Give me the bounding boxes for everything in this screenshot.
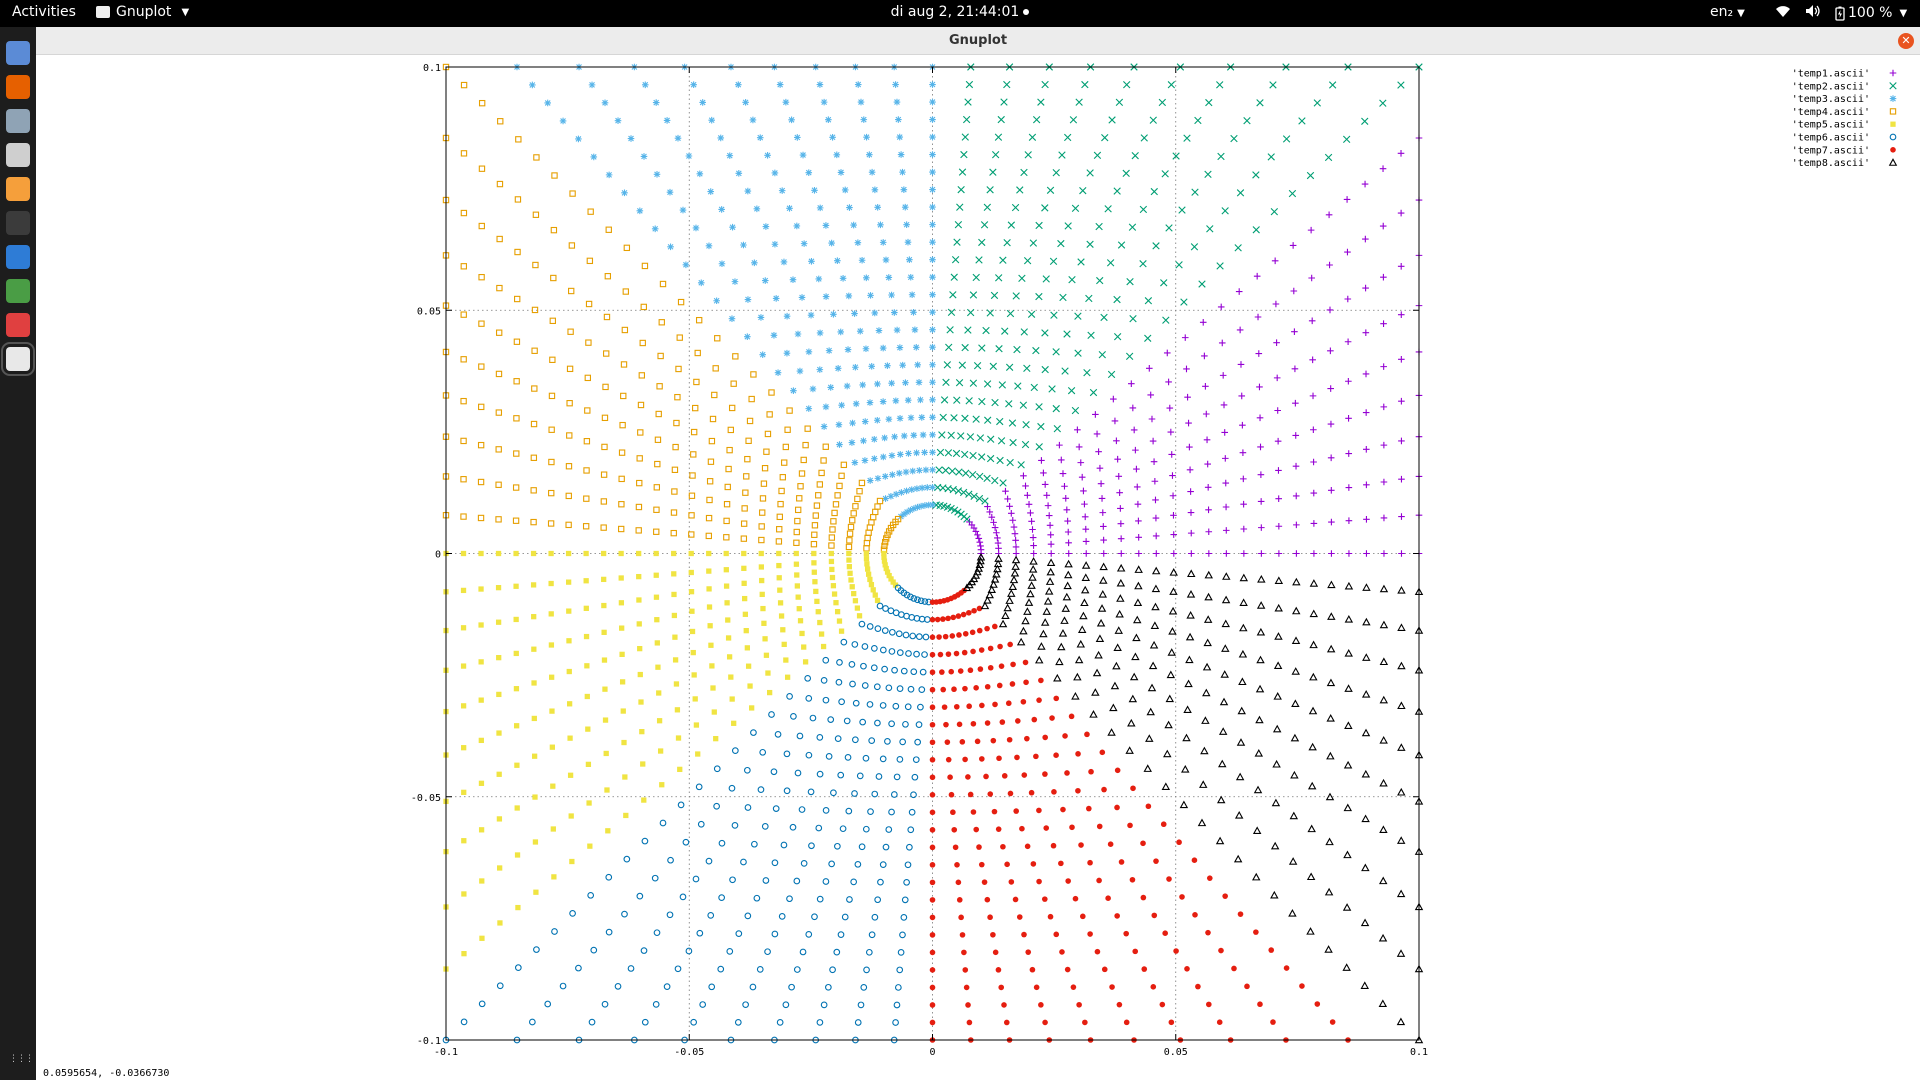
gnuplot-window-icon[interactable] [1,342,35,376]
battery-icon [1835,6,1845,21]
show-apps-icon[interactable]: ⋮⋮⋮ [9,1054,34,1064]
battery-indicator: 100 % ▼ [1835,5,1907,21]
close-button[interactable]: ✕ [1898,33,1914,49]
gnome-tweaks-icon[interactable] [6,313,30,337]
window-title: Gnuplot [948,33,1008,48]
files-icon[interactable] [6,41,30,65]
tools-icon[interactable] [6,143,30,167]
window-titlebar[interactable]: Gnuplot ✕ [36,27,1920,55]
clock-label: di aug 2, 21:44:01 [890,4,1020,20]
dock: ⋮⋮⋮ [0,27,36,1080]
gnuplot-window: Gnuplot ✕ [36,27,1920,1080]
language-menu[interactable]: en₂ ▼ [1710,4,1745,20]
system-monitor-icon[interactable] [6,279,30,303]
clock[interactable]: di aug 2, 21:44:01 [0,4,1920,20]
system-tray[interactable]: 100 % ▼ [1775,4,1907,22]
firefox-icon[interactable] [6,75,30,99]
notification-dot-icon [1023,9,1030,15]
top-bar: Activities Gnuplot ▼ di aug 2, 21:44:01 … [0,0,1920,27]
terminal-icon[interactable] [6,211,30,235]
night-light-icon[interactable] [6,177,30,201]
volume-icon [1805,4,1821,22]
chevron-down-icon: ▼ [1899,7,1908,19]
status-coordinates: 0.0595654, -0.0366730 [43,1068,170,1079]
battery-label: 100 % [1848,5,1893,21]
disks-icon[interactable] [6,109,30,133]
language-label: en₂ [1710,4,1734,20]
thunderbird-icon[interactable] [6,245,30,269]
wifi-icon [1775,4,1791,22]
chevron-down-icon: ▼ [1737,8,1745,19]
